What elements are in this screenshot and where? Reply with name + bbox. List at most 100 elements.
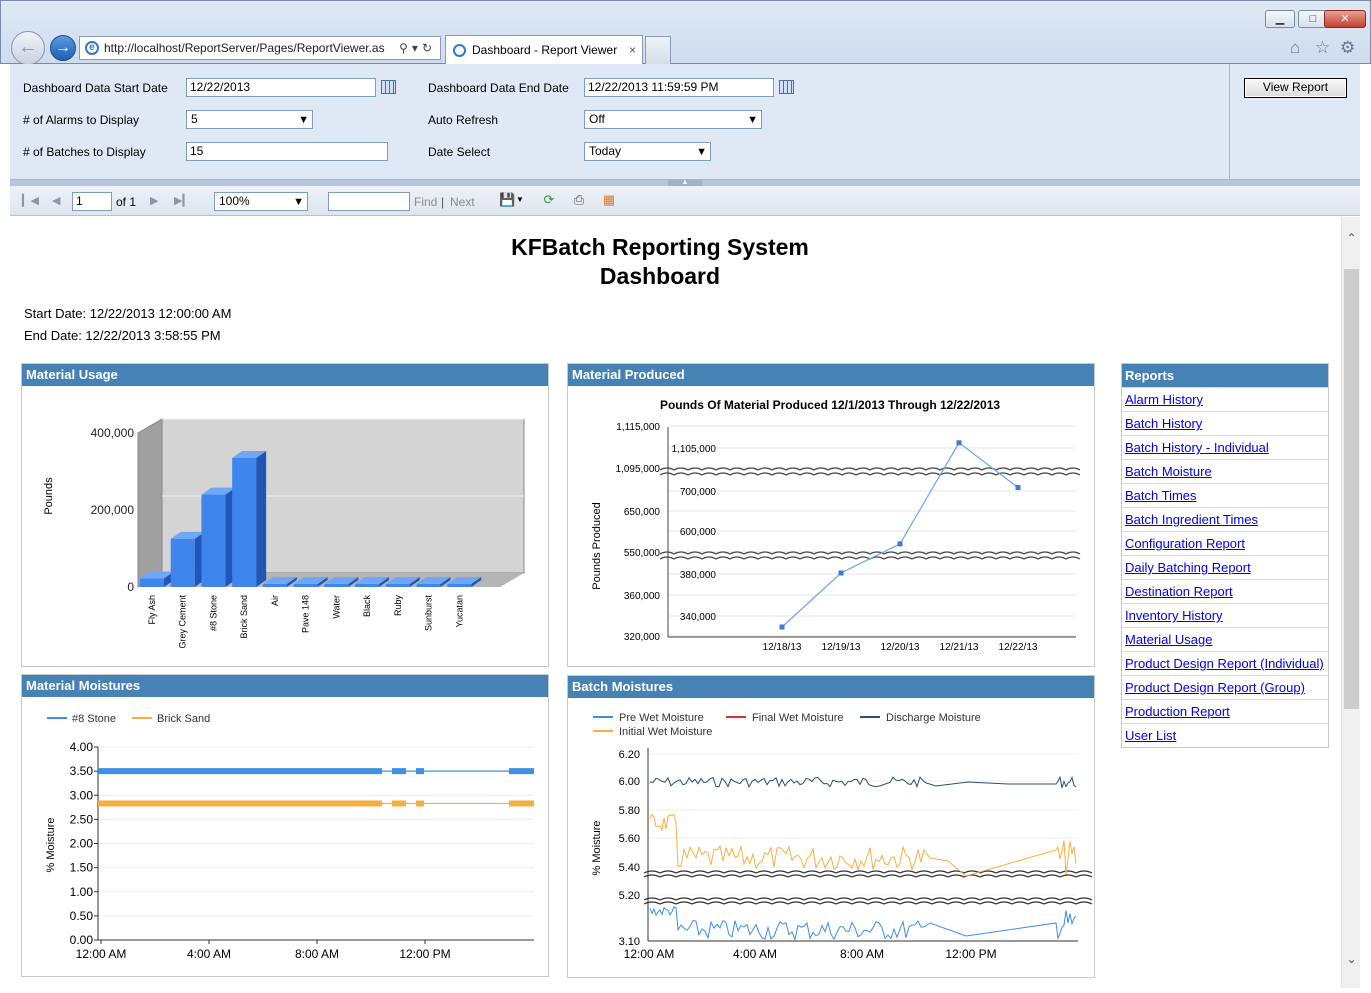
gear-icon[interactable]: ⚙ [1340,38,1355,58]
x-tick-label: 8:00 AM [295,947,339,961]
panel-header: Batch Moistures [568,676,1094,698]
report-link[interactable]: Batch Times [1122,483,1328,507]
report-link[interactable]: Product Design Report (Individual) [1122,651,1328,675]
scroll-up-icon[interactable]: ⌃ [1342,231,1361,245]
refresh-icon[interactable]: ↻ [422,41,436,55]
y-tick-label: 0.00 [70,933,94,947]
calendar-icon[interactable] [779,80,794,94]
tab-close-icon[interactable]: × [629,36,636,64]
y-tick-label: 4.00 [70,740,94,754]
report-link[interactable]: Batch Moisture [1122,459,1328,483]
date-select-label: Date Select [428,145,491,159]
tab-dashboard[interactable]: Dashboard - Report Viewer × [445,35,643,65]
start-date-text: Start Date: 12/22/2013 12:00:00 AM [24,306,232,321]
alarms-select[interactable]: 5 ▼ [186,110,313,129]
view-report-button[interactable]: View Report [1244,78,1347,98]
refresh-report-icon[interactable]: ⟳ [541,192,557,208]
scale-break [643,897,1093,901]
next-page-icon[interactable]: ▶ [150,194,158,207]
auto-refresh-select[interactable]: Off ▼ [584,110,762,129]
x-tick-label: Brick Sand [239,595,249,639]
next-link[interactable]: Next [450,195,475,209]
home-icon[interactable]: ⌂ [1290,38,1300,58]
y-tick-label: 550,000 [624,548,661,559]
x-tick-label: Grey Cement [178,595,188,649]
y-tick-label: 700,000 [680,487,717,498]
y-tick-label: 600,000 [680,527,717,538]
chart-title: Pounds Of Material Produced 12/1/2013 Th… [660,398,1000,412]
series-markers [509,800,534,807]
material-moistures-panel: Material Moistures #8 Stone Brick Sand 4.0… [21,674,549,977]
report-link[interactable]: Product Design Report (Group) [1122,675,1328,699]
find-link[interactable]: Find [414,195,437,209]
end-date-text: End Date: 12/22/2013 3:58:55 PM [24,328,221,343]
page-count: of 1 [116,195,137,209]
last-page-icon[interactable]: ▶▎ [174,194,191,207]
y-tick-label: 1,105,000 [672,444,717,455]
report-link[interactable]: Batch History [1122,411,1328,435]
calendar-icon[interactable] [381,80,396,94]
address-tools[interactable]: ⚲▾↻ [399,37,436,59]
legend-label: Pre Wet Moisture [619,712,704,724]
chevron-down-icon[interactable]: ▼ [515,192,525,208]
search-icon[interactable]: ⚲ [399,41,412,55]
previous-page-icon[interactable]: ◀ [52,194,60,207]
panel-header: Material Produced [568,364,1094,386]
start-date-input[interactable]: 12/22/2013 [186,78,376,97]
minimize-button[interactable]: ▁ [1265,10,1295,28]
data-feed-icon[interactable]: ▦ [601,192,617,208]
scroll-down-icon[interactable]: ⌄ [1342,952,1361,966]
scroll-thumb[interactable] [1344,269,1359,709]
forward-button[interactable]: → [50,35,76,61]
material-usage-panel: Material Usage 0 200,000 400,000 Pounds Fly … [21,363,549,667]
bar [416,584,441,587]
page-number-input[interactable]: 1 [72,192,112,211]
series-markers [98,768,382,775]
y-tick-label: 650,000 [624,507,661,518]
x-tick-label: Black [362,595,372,618]
batches-input[interactable]: 15 [186,142,388,161]
date-select[interactable]: Today ▼ [584,142,711,161]
zoom-select[interactable]: 100% ▼ [214,192,308,211]
report-link[interactable]: Destination Report [1122,579,1328,603]
report-link[interactable]: Production Report [1122,699,1328,723]
address-bar[interactable]: e http://localhost/ReportServer/Pages/Re… [79,36,441,60]
report-link[interactable]: Configuration Report [1122,531,1328,555]
first-page-icon[interactable]: ▎◀ [22,194,39,207]
export-icon[interactable]: 💾 [499,192,515,208]
data-point [897,541,903,547]
ie-tab-icon [453,44,466,57]
series-line-discharge [649,775,1077,789]
batch-moistures-chart: Pre Wet Moisture Final Wet Moisture Discha… [591,712,1093,961]
report-link[interactable]: Batch History - Individual [1122,435,1328,459]
vertical-scrollbar[interactable]: ⌃ ⌄ [1341,217,1360,988]
ie-page-icon: e [85,41,99,55]
y-tick-label: 1.50 [70,861,94,875]
x-tick-label: 12:00 PM [945,947,996,961]
end-date-input[interactable]: 12/22/2013 11:59:59 PM [584,78,774,97]
new-tab-button[interactable] [645,36,671,64]
y-tick-label: 2.50 [70,812,94,826]
dropdown-icon[interactable]: ▾ [412,41,422,55]
x-tick-label: 12/20/13 [881,642,920,653]
report-link[interactable]: Inventory History [1122,603,1328,627]
series-line [781,441,1019,628]
favorites-star-icon[interactable]: ☆ [1315,38,1330,58]
report-link[interactable]: Material Usage [1122,627,1328,651]
report-link[interactable]: Daily Batching Report [1122,555,1328,579]
batch-moistures-panel: Batch Moistures Pre Wet Moisture Final We… [567,675,1095,978]
back-button[interactable]: ← [11,31,45,65]
close-window-button[interactable]: ✕ [1324,10,1366,28]
find-input[interactable] [328,192,410,211]
y-tick-label: 2.00 [70,837,94,851]
report-link[interactable]: Alarm History [1122,387,1328,411]
print-icon[interactable]: ⎙ [571,192,587,208]
bar [385,584,410,587]
forward-arrow-icon: → [55,39,71,56]
bar [324,584,349,587]
start-date-label: Dashboard Data Start Date [23,81,168,95]
scale-break [643,901,1093,905]
series-markers [98,800,382,807]
report-link[interactable]: Batch Ingredient Times [1122,507,1328,531]
report-link[interactable]: User List [1122,723,1328,747]
